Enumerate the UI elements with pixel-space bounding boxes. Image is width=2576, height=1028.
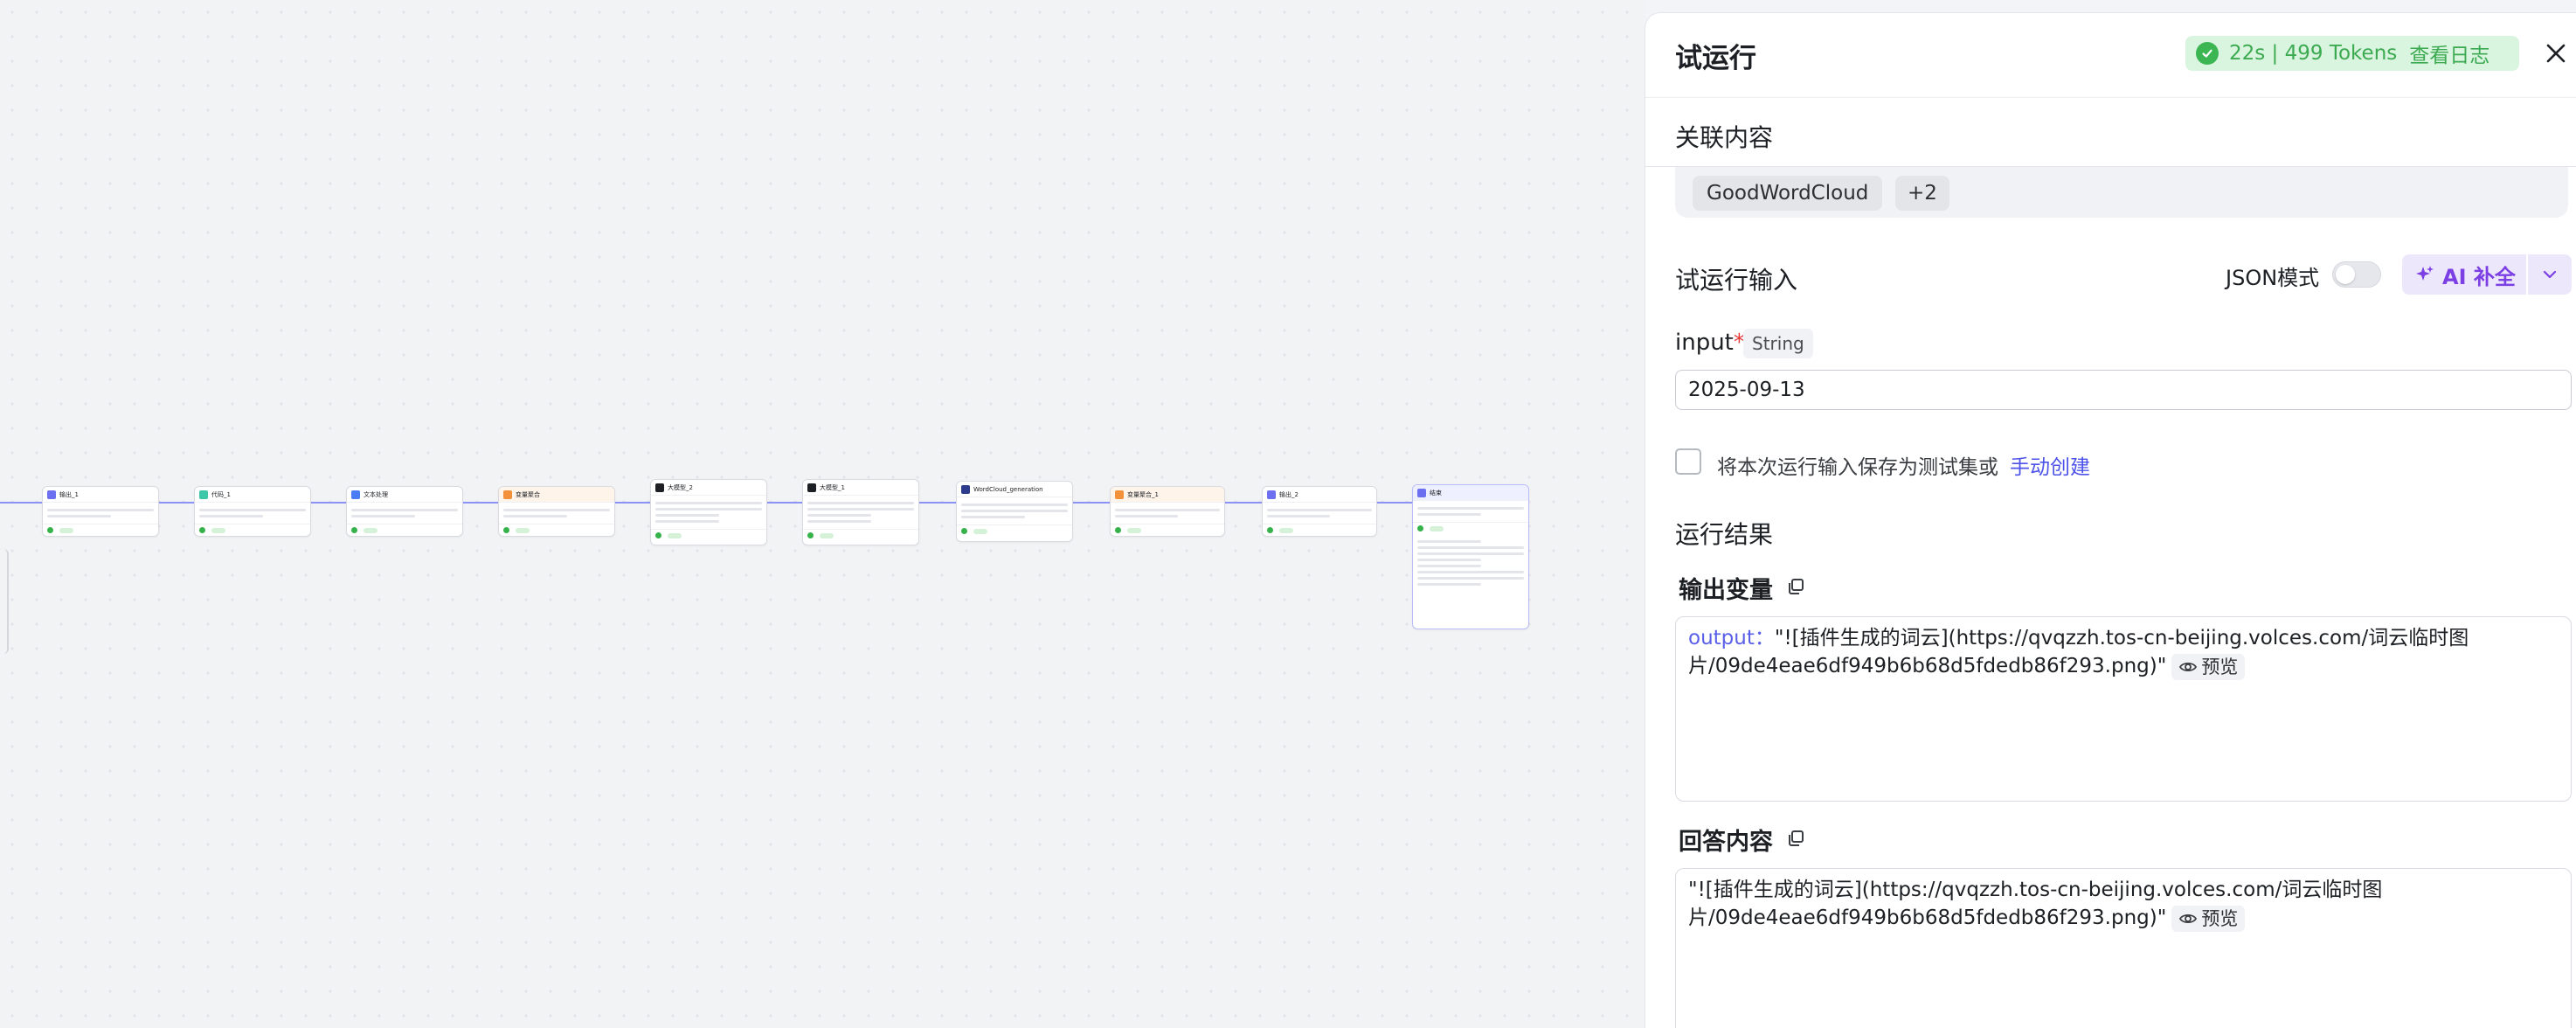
answer-line-2: 片/09de4eae6df949b6b68d5fdedb86f293.png)"… bbox=[1688, 904, 2559, 932]
input-field-name: input bbox=[1675, 330, 1734, 356]
input-field-label: input* bbox=[1675, 330, 1745, 356]
code-node-icon bbox=[199, 490, 208, 499]
node-title: 文本处理 bbox=[364, 490, 388, 498]
output-preview-button[interactable]: 预览 bbox=[2171, 653, 2246, 680]
close-icon[interactable] bbox=[2542, 39, 2570, 67]
answer-preview-label: 预览 bbox=[2201, 907, 2239, 929]
workflow-node[interactable]: 文本处理 bbox=[346, 486, 463, 537]
run-summary: 22s | 499 Tokens bbox=[2229, 42, 2398, 65]
answer-box: "![插件生成的词云](https://qvqzzh.tos-cn-beijin… bbox=[1675, 868, 2572, 1028]
workflow-node[interactable]: 大模型_1 bbox=[802, 479, 919, 545]
associated-content-title: 关联内容 bbox=[1675, 123, 1774, 152]
run-status-badge: 22s | 499 Tokens 查看日志 bbox=[2185, 36, 2519, 71]
ai-complete-button[interactable]: AI 补全 bbox=[2402, 254, 2526, 295]
workflow-edge bbox=[0, 502, 42, 504]
output-line-2: 片/09de4eae6df949b6b68d5fdedb86f293.png)"… bbox=[1688, 652, 2559, 680]
workflow-node[interactable]: 变量聚合 bbox=[498, 486, 615, 537]
llm-node-icon bbox=[807, 483, 816, 492]
output-key: output bbox=[1688, 627, 1755, 649]
aggregate-node-icon bbox=[1115, 490, 1124, 499]
workflow-node[interactable]: 代码_1 bbox=[194, 486, 311, 537]
eye-icon bbox=[2179, 913, 2198, 923]
answer-value-line2: 片/09de4eae6df949b6b68d5fdedb86f293.png)" bbox=[1688, 906, 2167, 929]
workflow-edge bbox=[615, 502, 650, 504]
run-result-title: 运行结果 bbox=[1675, 520, 1774, 549]
trial-input-title: 试运行输入 bbox=[1675, 266, 1798, 295]
ai-complete-dropdown[interactable] bbox=[2528, 254, 2572, 295]
workflow-canvas[interactable]: 输出_1 代码_1 文本处理 变量聚合 大模型_2 大模型_1 WordClou… bbox=[0, 0, 1645, 1028]
workflow-edge bbox=[1073, 502, 1110, 504]
output-node-icon bbox=[1267, 490, 1276, 499]
workflow-node[interactable]: WordCloud_generation bbox=[956, 481, 1073, 542]
view-log-link[interactable]: 查看日志 bbox=[2409, 38, 2489, 68]
workflow-edge bbox=[1225, 502, 1262, 504]
panel-title: 试运行 bbox=[1675, 43, 1756, 74]
output-node-icon bbox=[47, 490, 56, 499]
answer-title: 回答内容 bbox=[1679, 829, 1773, 856]
output-value-line2: 片/09de4eae6df949b6b68d5fdedb86f293.png)" bbox=[1688, 655, 2167, 677]
llm-node-icon bbox=[655, 483, 664, 492]
save-testset-checkbox[interactable] bbox=[1675, 448, 1701, 475]
check-circle-icon bbox=[2196, 42, 2219, 65]
workflow-edge bbox=[463, 502, 498, 504]
text-node-icon bbox=[351, 490, 360, 499]
node-title: 大模型_1 bbox=[820, 483, 845, 491]
node-title: WordCloud_generation bbox=[973, 485, 1043, 493]
associated-content-header[interactable]: 关联内容 bbox=[1645, 97, 2576, 167]
answer-line-1: "![插件生成的词云](https://qvqzzh.tos-cn-beijin… bbox=[1688, 876, 2559, 904]
save-testset-label: 将本次运行输入保存为测试集或 bbox=[1717, 456, 1998, 479]
node-title: 变量聚合 bbox=[516, 490, 540, 498]
output-vars-title: 输出变量 bbox=[1679, 577, 1773, 604]
node-title: 变量聚合_1 bbox=[1127, 490, 1159, 498]
output-separator: ： bbox=[1754, 627, 1775, 649]
json-mode-toggle[interactable] bbox=[2332, 261, 2381, 288]
output-vars-box: output："![插件生成的词云](https://qvqzzh.tos-cn… bbox=[1675, 616, 2572, 802]
end-node-icon bbox=[1417, 488, 1426, 497]
ai-complete-label: AI 补全 bbox=[2442, 264, 2516, 289]
panel-header: 试运行 22s | 499 Tokens 查看日志 bbox=[1645, 13, 2576, 97]
node-title: 输出_2 bbox=[1279, 490, 1298, 498]
json-mode-label: JSON模式 bbox=[2226, 266, 2320, 290]
answer-value-line1: "![插件生成的词云](https://qvqzzh.tos-cn-beijin… bbox=[1688, 879, 2383, 901]
eye-icon bbox=[2179, 662, 2198, 671]
associated-tag[interactable]: GoodWordCloud bbox=[1693, 176, 1883, 211]
workflow-node-end[interactable]: 结束 bbox=[1412, 484, 1529, 629]
workflow-edge bbox=[767, 502, 802, 504]
trial-run-panel: 试运行 22s | 499 Tokens 查看日志 关联内容 GoodWordC… bbox=[1645, 12, 2576, 1028]
workflow-node[interactable]: 变量聚合_1 bbox=[1110, 486, 1225, 537]
copy-icon[interactable] bbox=[1785, 576, 1806, 597]
output-line-1: output："![插件生成的词云](https://qvqzzh.tos-cn… bbox=[1688, 624, 2559, 652]
answer-preview-button[interactable]: 预览 bbox=[2171, 905, 2246, 932]
workflow-edge bbox=[159, 502, 194, 504]
associated-tag-more[interactable]: +2 bbox=[1895, 176, 1949, 211]
canvas-node-stub bbox=[0, 549, 9, 654]
copy-icon[interactable] bbox=[1785, 828, 1806, 849]
node-title: 输出_1 bbox=[59, 490, 79, 498]
workflow-node[interactable]: 大模型_2 bbox=[650, 479, 767, 545]
sparkle-icon bbox=[2416, 266, 2434, 281]
chevron-down-icon bbox=[2543, 270, 2557, 279]
node-title: 结束 bbox=[1430, 489, 1442, 497]
workflow-node[interactable]: 输出_1 bbox=[42, 486, 159, 537]
node-title: 大模型_2 bbox=[668, 483, 693, 491]
plugin-node-icon bbox=[961, 484, 970, 494]
manual-create-link[interactable]: 手动创建 bbox=[2010, 450, 2090, 480]
aggregate-node-icon bbox=[503, 490, 512, 499]
workflow-node[interactable]: 输出_2 bbox=[1262, 486, 1377, 537]
input-type-tag: String bbox=[1743, 329, 1813, 358]
output-preview-label: 预览 bbox=[2201, 656, 2239, 677]
workflow-edge bbox=[919, 502, 956, 504]
workflow-edge bbox=[311, 502, 346, 504]
workflow-edge bbox=[1377, 502, 1412, 504]
output-value-line1: "![插件生成的词云](https://qvqzzh.tos-cn-beijin… bbox=[1774, 627, 2469, 649]
node-title: 代码_1 bbox=[211, 490, 231, 498]
input-field[interactable] bbox=[1675, 370, 2572, 410]
